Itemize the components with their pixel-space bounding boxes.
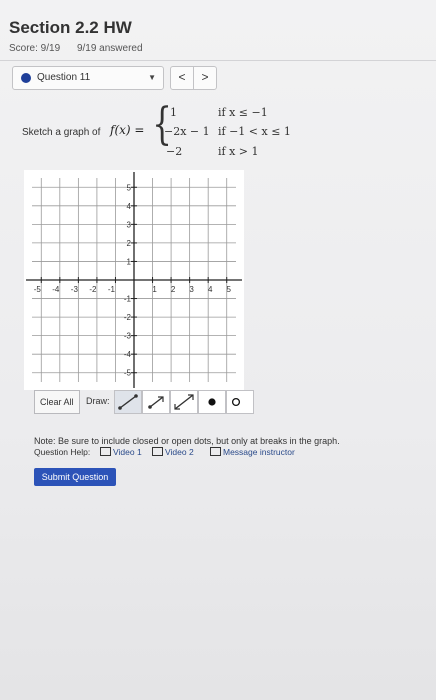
y-tick-label: -5	[124, 369, 132, 378]
video-1-label: Video 1	[113, 447, 142, 457]
x-tick-label: -4	[52, 285, 60, 294]
draw-toolbar: Clear All Draw:	[34, 390, 254, 414]
line-segment-icon	[118, 394, 138, 410]
video-1-link[interactable]: Video 1	[100, 447, 142, 457]
piece-3-value: −2	[166, 145, 183, 158]
submit-question-button[interactable]: Submit Question	[34, 468, 116, 486]
line-segment-tool[interactable]	[114, 390, 142, 414]
x-tick-label: 1	[152, 285, 157, 294]
piece-2-condition: if −1 < x ≤ 1	[218, 125, 291, 138]
divider	[0, 60, 436, 61]
draw-label: Draw:	[86, 396, 110, 406]
message-instructor-label: Message instructor	[223, 447, 295, 457]
note-text: Note: Be sure to include closed or open …	[34, 436, 340, 446]
clear-all-button[interactable]: Clear All	[34, 390, 80, 414]
piece-2-value: −2x − 1	[164, 125, 210, 138]
question-select-label: Question 11	[37, 72, 91, 83]
question-prompt: Sketch a graph of	[22, 127, 101, 138]
next-question-button[interactable]: >	[193, 66, 217, 90]
line-tool[interactable]	[170, 390, 198, 414]
x-tick-label: -5	[34, 285, 42, 294]
score-line: Score: 9/19 9/19 answered	[9, 43, 157, 54]
question-status-dot	[21, 73, 31, 83]
y-tick-label: 5	[127, 183, 132, 192]
piece-1-value: 1	[170, 106, 177, 119]
page: Section 2.2 HW Score: 9/19 9/19 answered…	[0, 0, 436, 700]
question-nav: Question 11 ▼ < >	[8, 66, 428, 90]
closed-dot-tool[interactable]	[198, 390, 226, 414]
y-tick-label: -3	[124, 332, 132, 341]
y-tick-label: -4	[124, 350, 132, 359]
closed-dot-icon	[208, 398, 216, 406]
open-dot-icon	[231, 397, 241, 407]
x-tick-label: -3	[71, 285, 79, 294]
coordinate-grid[interactable]: -5 -4 -3 -2 -1 1 2 3 4 5 5 4 3 2 1 -1 -2 -3 -4 -5	[24, 170, 244, 390]
question-help-label: Question Help:	[34, 447, 91, 457]
question-select[interactable]: Question 11 ▼	[12, 66, 164, 90]
y-tick-label: 1	[127, 257, 132, 266]
ray-icon	[148, 396, 164, 409]
x-tick-label: -2	[89, 285, 97, 294]
x-tick-label: 5	[227, 285, 232, 294]
y-tick-label: 4	[127, 202, 132, 211]
x-tick-label: -1	[108, 285, 116, 294]
answered-text: 9/19 answered	[76, 43, 143, 54]
score-text: Score: 9/19	[9, 43, 61, 54]
mail-icon	[210, 447, 221, 456]
video-2-label: Video 2	[165, 447, 194, 457]
piece-3-condition: if x > 1	[218, 145, 259, 158]
x-tick-label: 4	[208, 285, 213, 294]
function-name: f(x) =	[110, 123, 145, 137]
y-tick-label: 2	[127, 239, 132, 248]
video-icon	[152, 447, 163, 456]
page-title: Section 2.2 HW	[9, 18, 132, 37]
graph-canvas[interactable]: -5 -4 -3 -2 -1 1 2 3 4 5 5 4 3 2 1 -1 -2 -3 -4 -5	[24, 170, 244, 390]
ray-tool[interactable]	[142, 390, 170, 414]
caret-down-icon: ▼	[148, 73, 156, 82]
x-tick-label: 3	[189, 285, 194, 294]
y-tick-label: -2	[124, 313, 132, 322]
x-tick-label: 2	[171, 285, 176, 294]
previous-question-button[interactable]: <	[170, 66, 194, 90]
y-tick-label: 3	[127, 220, 132, 229]
video-icon	[100, 447, 111, 456]
piece-1-condition: if x ≤ −1	[218, 106, 268, 119]
line-icon	[174, 394, 194, 410]
video-2-link[interactable]: Video 2	[152, 447, 194, 457]
open-dot-tool[interactable]	[226, 390, 254, 414]
message-instructor-link[interactable]: Message instructor	[210, 447, 295, 457]
y-tick-label: -1	[124, 295, 132, 304]
